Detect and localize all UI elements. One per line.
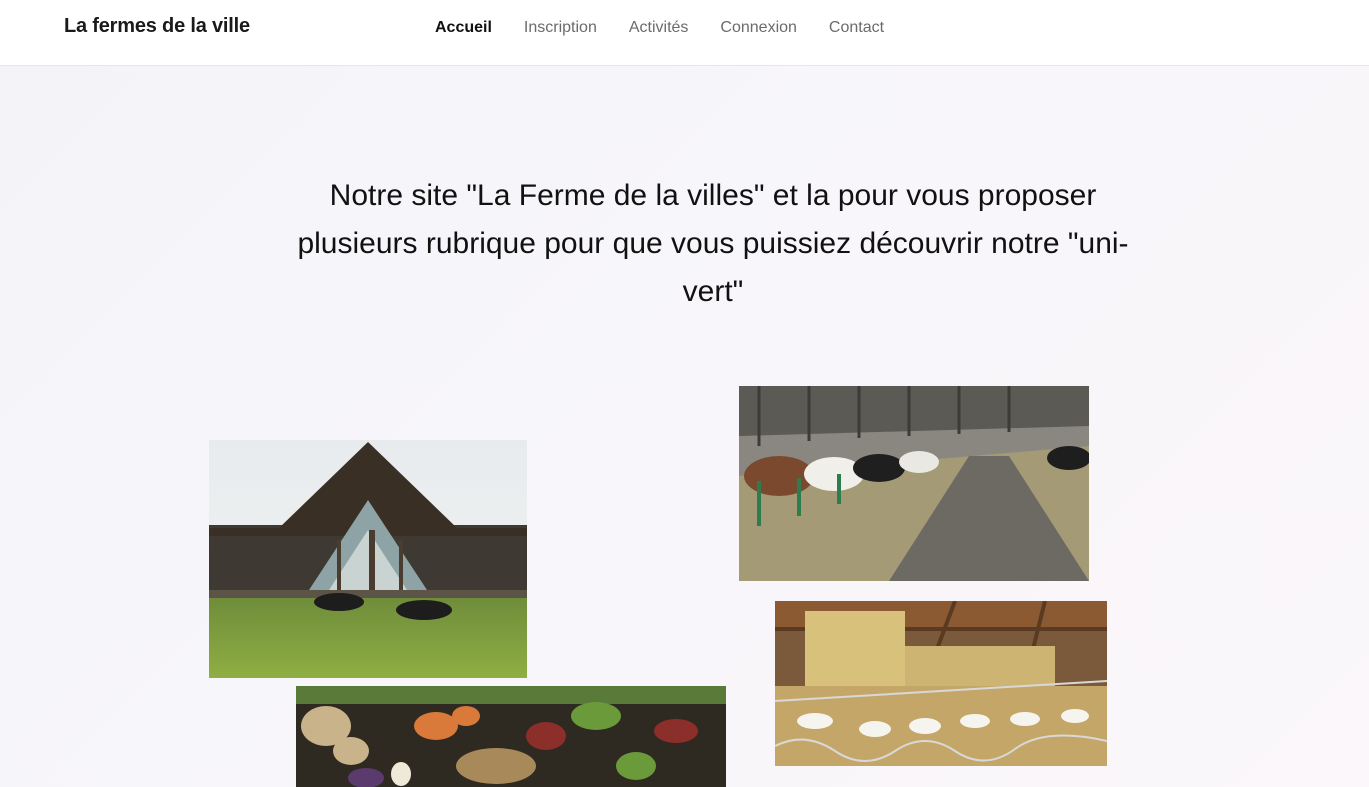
barn-photo bbox=[209, 440, 527, 678]
cows-stable-photo bbox=[739, 386, 1089, 581]
intro-text: Notre site "La Ferme de la villes" et la… bbox=[297, 179, 1129, 308]
brand-logo-link[interactable]: La fermes de la ville bbox=[64, 15, 250, 38]
nav-link-inscription[interactable]: Inscription bbox=[524, 18, 597, 38]
top-navbar: La fermes de la ville Accueil Inscriptio… bbox=[0, 0, 1369, 66]
nav-link-activites[interactable]: Activités bbox=[629, 18, 689, 38]
nav-link-contact[interactable]: Contact bbox=[829, 18, 884, 38]
nav-link-accueil[interactable]: Accueil bbox=[435, 18, 492, 38]
main-nav: Accueil Inscription Activités Connexion … bbox=[435, 18, 884, 38]
goats-barn-photo bbox=[775, 601, 1107, 766]
nav-link-connexion[interactable]: Connexion bbox=[720, 18, 797, 38]
vegetables-market-photo bbox=[296, 686, 726, 787]
